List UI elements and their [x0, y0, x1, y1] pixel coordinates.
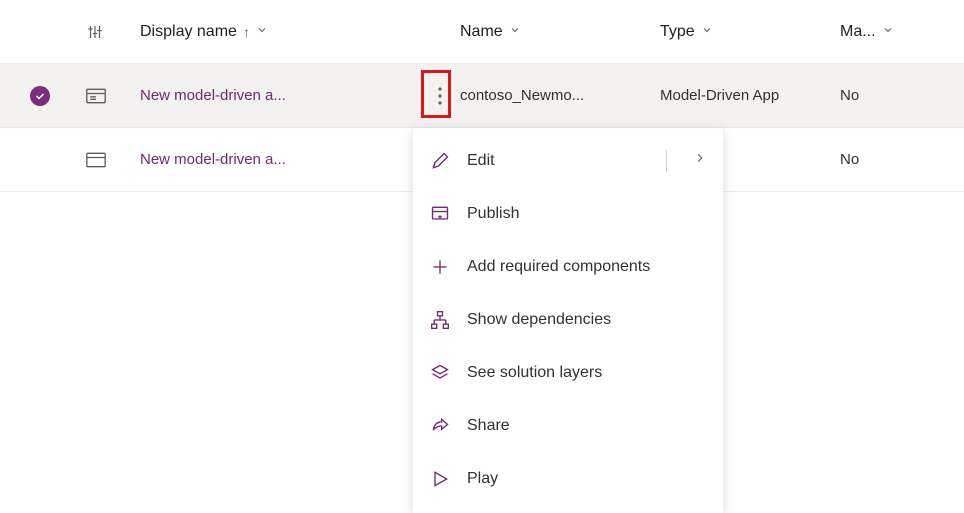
menu-item-edit[interactable]: Edit — [413, 134, 723, 187]
column-header-managed[interactable]: Ma... — [840, 23, 960, 41]
display-name-link[interactable]: New model-driven a... — [140, 151, 286, 168]
table-row[interactable]: New model-driven a... contoso_Newmo... M… — [0, 64, 964, 128]
sort-ascending-icon: ↑ — [243, 24, 250, 40]
menu-item-label: Play — [467, 470, 498, 488]
column-settings-icon[interactable] — [80, 23, 140, 41]
menu-item-share[interactable]: Share — [413, 399, 723, 452]
column-header-label: Type — [660, 23, 695, 41]
menu-divider — [666, 150, 667, 172]
cell-text: Model-Driven App — [660, 87, 779, 104]
cell-managed: No — [840, 151, 960, 168]
menu-item-see-layers[interactable]: See solution layers — [413, 346, 723, 399]
cell-text: contoso_Newmo... — [460, 87, 584, 104]
chevron-right-icon[interactable] — [693, 151, 707, 170]
dependencies-icon — [429, 309, 451, 331]
column-header-label: Ma... — [840, 23, 876, 41]
cell-text: No — [840, 151, 859, 168]
column-header-label: Display name — [140, 23, 237, 41]
menu-item-label: Share — [467, 417, 510, 435]
edit-icon — [429, 150, 451, 172]
row-select-checkbox[interactable] — [0, 86, 80, 106]
column-header-label: Name — [460, 23, 503, 41]
menu-item-label: See solution layers — [467, 364, 602, 382]
display-name-link[interactable]: New model-driven a... — [140, 87, 286, 104]
column-header-name[interactable]: Name — [460, 23, 660, 41]
publish-icon — [429, 203, 451, 225]
cell-name: contoso_Newmo... — [460, 87, 660, 104]
cell-type: Model-Driven App — [660, 87, 840, 104]
menu-item-label: Edit — [467, 152, 495, 170]
menu-item-publish[interactable]: Publish — [413, 187, 723, 240]
play-icon — [429, 468, 451, 490]
checkmark-icon — [30, 86, 50, 106]
row-context-menu: Edit Publish Add required components Sho… — [413, 128, 723, 513]
table-header-row: Display name ↑ Name Type Ma... — [0, 0, 964, 64]
cell-managed: No — [840, 87, 960, 104]
menu-item-show-dependencies[interactable]: Show dependencies — [413, 293, 723, 346]
row-actions[interactable] — [420, 76, 460, 116]
chevron-down-icon — [256, 23, 268, 41]
share-icon — [429, 415, 451, 437]
menu-item-label: Show dependencies — [467, 311, 611, 329]
menu-item-label: Publish — [467, 205, 519, 223]
more-actions-button[interactable] — [426, 76, 454, 116]
cell-text: No — [840, 87, 859, 104]
chevron-down-icon — [509, 23, 521, 41]
component-type-icon — [80, 152, 140, 168]
column-header-type[interactable]: Type — [660, 23, 840, 41]
menu-item-play[interactable]: Play — [413, 452, 723, 505]
menu-item-label: Add required components — [467, 258, 650, 276]
chevron-down-icon — [882, 23, 894, 41]
component-type-icon — [80, 88, 140, 104]
cell-display-name[interactable]: New model-driven a... — [140, 87, 420, 104]
plus-icon — [429, 256, 451, 278]
column-header-display-name[interactable]: Display name ↑ — [140, 23, 420, 41]
layers-icon — [429, 362, 451, 384]
menu-item-add-required[interactable]: Add required components — [413, 240, 723, 293]
cell-display-name[interactable]: New model-driven a... — [140, 151, 420, 168]
chevron-down-icon — [701, 23, 713, 41]
